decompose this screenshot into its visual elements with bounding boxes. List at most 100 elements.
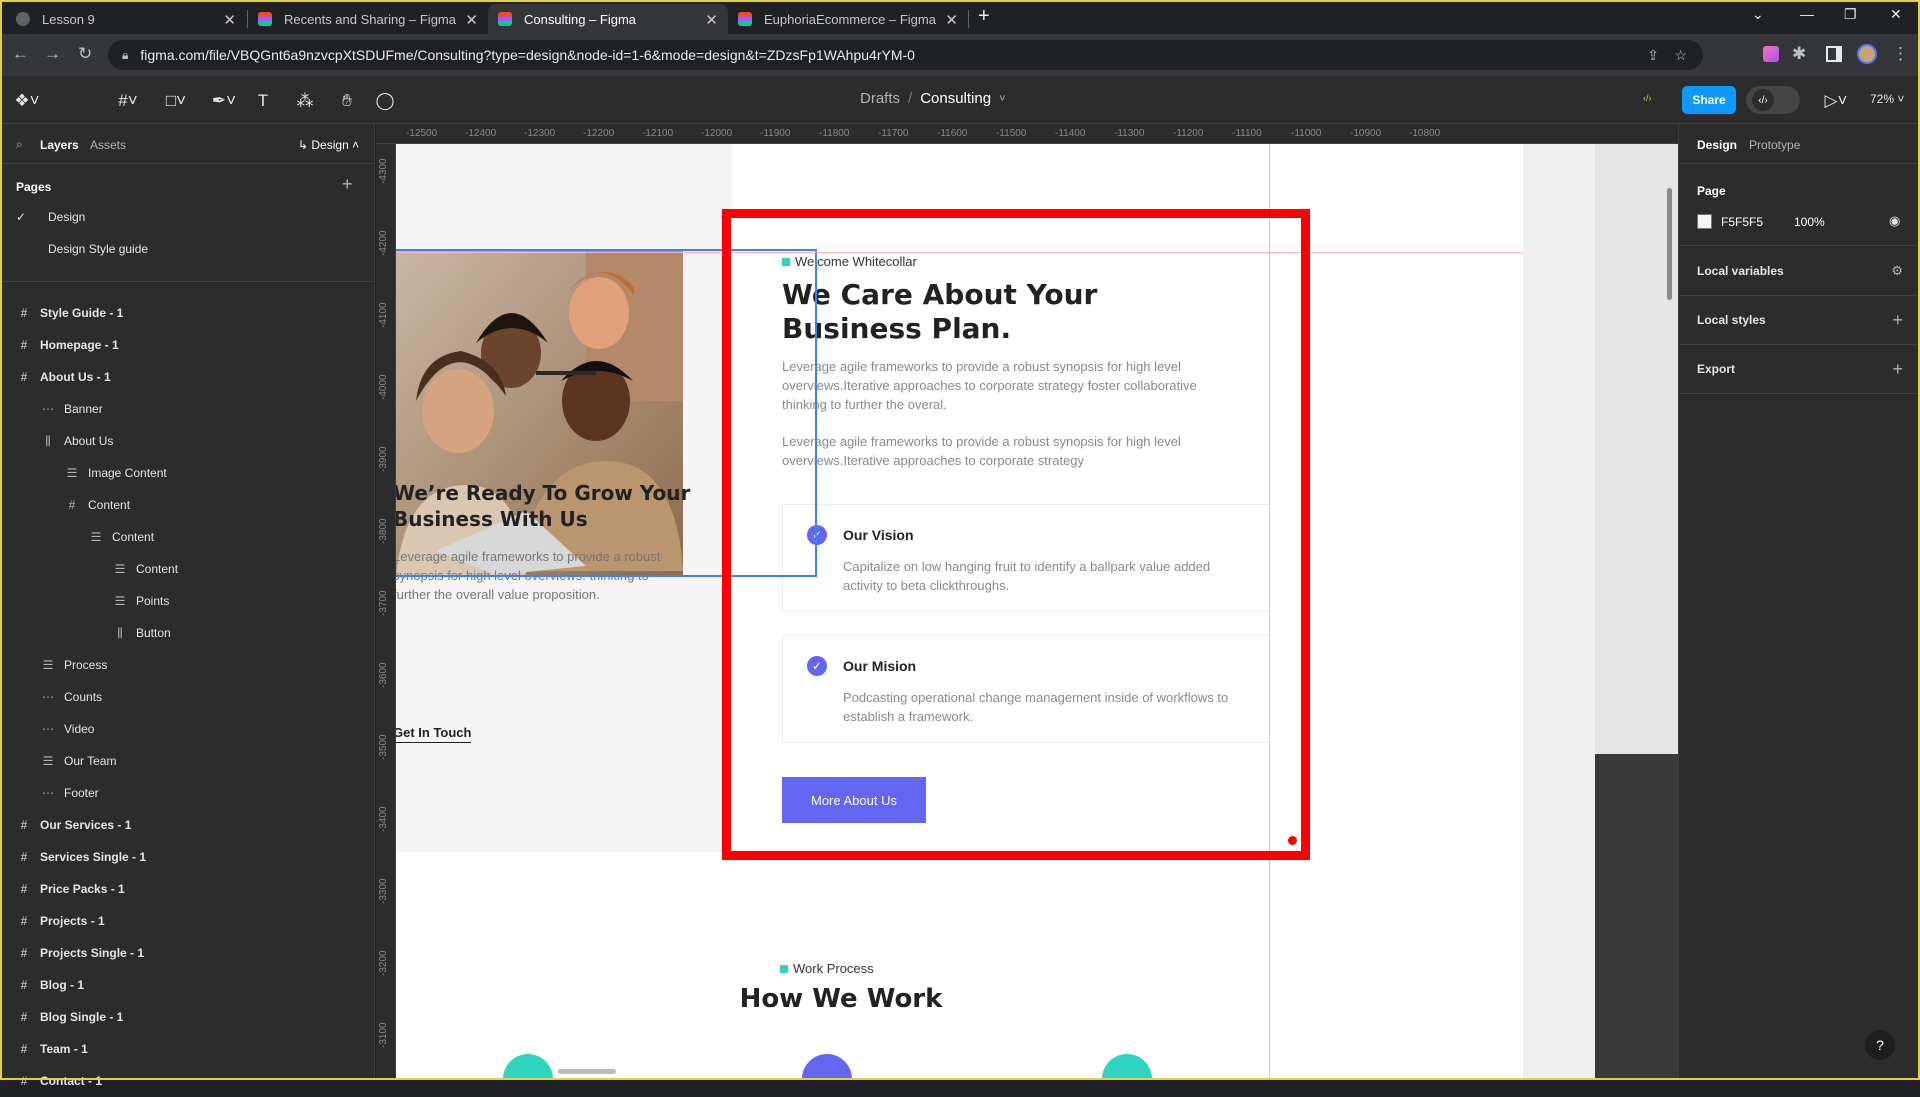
- browser-tab[interactable]: Lesson 9 ✕: [6, 4, 246, 34]
- zoom-level[interactable]: 72% ˅: [1870, 92, 1904, 106]
- page-opacity-value[interactable]: 100%: [1794, 215, 1825, 229]
- tab-search-icon[interactable]: ⌄: [1752, 6, 1764, 23]
- tab-assets[interactable]: Assets: [90, 138, 126, 152]
- dev-mode-toggle[interactable]: ‹/›: [1746, 86, 1800, 114]
- comment-tool-icon[interactable]: ◯: [372, 88, 398, 114]
- present-play-icon[interactable]: ▷˅: [1822, 88, 1850, 114]
- add-page-icon[interactable]: +: [342, 174, 353, 195]
- layer-row[interactable]: ⫼ About Us: [0, 425, 374, 457]
- layer-row[interactable]: # About Us - 1: [0, 361, 374, 393]
- page-color-swatch[interactable]: [1697, 214, 1712, 229]
- layer-row[interactable]: ☰ Content: [0, 553, 374, 585]
- restore-icon[interactable]: ❐: [1844, 6, 1857, 23]
- layer-row[interactable]: ⋯ Footer: [0, 777, 374, 809]
- layer-row[interactable]: ☰ Points: [0, 585, 374, 617]
- tab-design[interactable]: Design: [1697, 138, 1737, 152]
- layer-row[interactable]: # Price Packs - 1: [0, 873, 374, 905]
- layer-row[interactable]: # Content: [0, 489, 374, 521]
- layer-label: Points: [136, 594, 170, 608]
- tab-layers[interactable]: Layers: [40, 138, 79, 152]
- resize-handle[interactable]: [1288, 836, 1297, 845]
- page-item-style-guide[interactable]: Design Style guide: [0, 233, 374, 265]
- layer-row[interactable]: # Blog Single - 1: [0, 1001, 374, 1033]
- close-window-icon[interactable]: ✕: [1890, 6, 1902, 23]
- profile-avatar[interactable]: [1857, 44, 1877, 64]
- browser-tab[interactable]: Recents and Sharing – Figma ✕: [248, 4, 488, 34]
- file-name[interactable]: Consulting: [920, 90, 991, 107]
- layer-row[interactable]: # Contact - 1: [0, 1065, 374, 1097]
- new-tab-button[interactable]: +: [978, 5, 990, 28]
- layer-row[interactable]: # Style Guide - 1: [0, 297, 374, 329]
- layer-row[interactable]: # Blog - 1: [0, 969, 374, 1001]
- layer-row[interactable]: # Services Single - 1: [0, 841, 374, 873]
- page-switcher[interactable]: ↳ Design ˄: [298, 138, 359, 152]
- horizontal-scroll-handle[interactable]: [558, 1069, 616, 1074]
- browser-tab[interactable]: EuphoriaEcommerce – Figma ✕: [728, 4, 968, 34]
- close-icon[interactable]: ✕: [223, 11, 236, 29]
- local-styles-section[interactable]: Local styles +: [1679, 296, 1920, 345]
- resources-icon[interactable]: ⁂: [292, 88, 318, 114]
- search-icon[interactable]: ⌕: [16, 137, 23, 152]
- layer-row[interactable]: ☰ Image Content: [0, 457, 374, 489]
- share-button[interactable]: Share: [1682, 86, 1736, 114]
- chevron-down-icon[interactable]: ˅: [999, 93, 1005, 107]
- figma-main-menu-icon[interactable]: ❖˅: [10, 88, 44, 114]
- layer-row[interactable]: # Projects - 1: [0, 905, 374, 937]
- frame-tool-icon[interactable]: #˅: [110, 88, 146, 114]
- side-panel-icon[interactable]: [1826, 46, 1842, 62]
- close-icon[interactable]: ✕: [705, 11, 718, 29]
- browser-tab-active[interactable]: Consulting – Figma ✕: [488, 4, 728, 34]
- back-icon[interactable]: ←: [12, 44, 29, 64]
- page-color-value[interactable]: F5F5F5: [1721, 215, 1763, 229]
- layer-row[interactable]: ⋯ Video: [0, 713, 374, 745]
- breadcrumb: Drafts / Consulting ˅: [860, 90, 1006, 107]
- pen-tool-icon[interactable]: ✒˅: [206, 88, 242, 114]
- layer-row[interactable]: # Projects Single - 1: [0, 937, 374, 969]
- collaborator-avatar[interactable]: ‹/›: [1643, 93, 1652, 103]
- extension-icon[interactable]: [1763, 46, 1779, 62]
- layer-label: Services Single - 1: [40, 850, 147, 864]
- bookmark-star-icon[interactable]: ☆: [1674, 47, 1687, 64]
- tab-prototype[interactable]: Prototype: [1749, 138, 1800, 152]
- layer-row[interactable]: ⋯ Banner: [0, 393, 374, 425]
- layer-label: Projects Single - 1: [40, 946, 145, 960]
- extensions-puzzle-icon[interactable]: ✱: [1792, 44, 1806, 64]
- hand-tool-icon[interactable]: ✋︎: [334, 88, 360, 114]
- minimize-icon[interactable]: —: [1800, 6, 1814, 22]
- close-icon[interactable]: ✕: [465, 11, 478, 29]
- ruler-tick: -4100: [378, 302, 389, 328]
- layer-row[interactable]: # Team - 1: [0, 1033, 374, 1065]
- forward-icon[interactable]: →: [44, 44, 61, 64]
- page-item-design[interactable]: ✓ Design: [0, 201, 374, 233]
- frame-icon: #: [20, 850, 28, 864]
- breadcrumb-drafts[interactable]: Drafts: [860, 90, 900, 107]
- share-page-icon[interactable]: ⇪: [1647, 47, 1659, 64]
- sliders-icon[interactable]: ⚙︎: [1891, 263, 1903, 279]
- reload-icon[interactable]: ↻: [78, 44, 92, 64]
- help-button[interactable]: ?: [1865, 1030, 1895, 1060]
- layer-row[interactable]: # Homepage - 1: [0, 329, 374, 361]
- layer-row[interactable]: ☰ Process: [0, 649, 374, 681]
- close-icon[interactable]: ✕: [945, 11, 958, 29]
- get-in-touch-link[interactable]: Get In Touch: [396, 725, 472, 743]
- vertical-scrollbar[interactable]: [1667, 188, 1672, 300]
- add-icon[interactable]: +: [1892, 310, 1903, 331]
- check-icon: ✓: [16, 210, 27, 224]
- text-tool-icon[interactable]: T: [250, 88, 276, 114]
- ruler-tick: -11400: [1055, 128, 1086, 139]
- add-icon[interactable]: +: [1892, 359, 1903, 380]
- page-section: Page F5F5F5 100% ◉: [1679, 164, 1920, 246]
- address-bar[interactable]: 🔒︎ figma.com/file/VBQGnt6a9nzvcpXtSDUFme…: [108, 40, 1703, 70]
- design-canvas[interactable]: We’re Ready To Grow Your Business With U…: [396, 144, 1678, 1080]
- layer-row[interactable]: ☰ Our Team: [0, 745, 374, 777]
- layer-row[interactable]: ⋯ Counts: [0, 681, 374, 713]
- browser-menu-icon[interactable]: ⋮: [1892, 44, 1909, 64]
- layer-row[interactable]: ⫼ Button: [0, 617, 374, 649]
- shape-tool-icon[interactable]: □˅: [158, 88, 194, 114]
- layer-row[interactable]: # Our Services - 1: [0, 809, 374, 841]
- local-variables-section[interactable]: Local variables ⚙︎: [1679, 247, 1920, 296]
- layer-row[interactable]: ☰ Content: [0, 521, 374, 553]
- globe-icon: [16, 12, 30, 26]
- export-section[interactable]: Export +: [1679, 345, 1920, 394]
- eye-icon[interactable]: ◉: [1889, 213, 1900, 229]
